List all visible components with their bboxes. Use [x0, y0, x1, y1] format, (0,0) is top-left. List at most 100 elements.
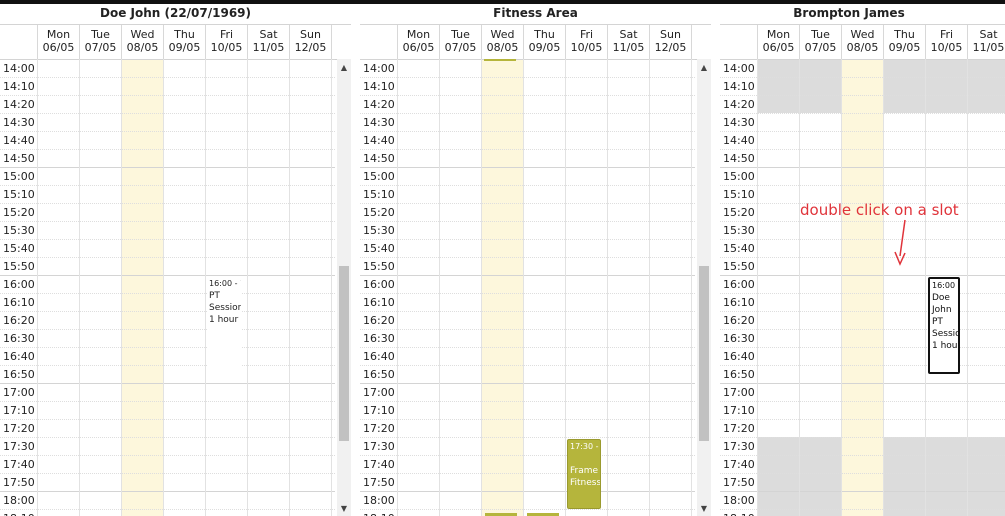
vertical-scrollbar[interactable]: ▲ ▼: [697, 59, 711, 516]
calendar-event[interactable]: 16:00 - Doe John PT Session 1 hour: [928, 277, 960, 374]
slot-line: [720, 347, 1005, 348]
time-label: 16:40: [363, 350, 395, 363]
time-label: 17:30: [723, 440, 755, 453]
day-header-fri[interactable]: Fri 10/05: [205, 25, 247, 59]
time-label: 15:30: [363, 224, 395, 237]
column-line: [289, 59, 290, 516]
slot-line: [0, 95, 335, 96]
panel-title: Brompton James: [793, 6, 905, 20]
time-label: 15:30: [3, 224, 35, 237]
slot-line: [0, 275, 335, 276]
day-header-tue[interactable]: Tue 07/05: [79, 25, 121, 59]
slot-line: [0, 59, 335, 60]
slot-line: [0, 329, 335, 330]
day-header-fri[interactable]: Fri 10/05: [925, 25, 967, 59]
day-header-sat[interactable]: Sat 11/05: [967, 25, 1005, 59]
time-label: 14:30: [723, 116, 755, 129]
time-label: 15:20: [363, 206, 395, 219]
day-date: 10/05: [210, 41, 243, 54]
calendar-event[interactable]: 16:00 - 1 PT Session 1 hour: [207, 277, 241, 383]
day-header-tue[interactable]: Tue 07/05: [439, 25, 481, 59]
scroll-up-arrow-icon[interactable]: ▲: [697, 61, 711, 75]
column-line: [841, 59, 842, 516]
day-header-sun[interactable]: Sun 12/05: [649, 25, 691, 59]
day-header-wed[interactable]: Wed 08/05: [481, 25, 523, 59]
time-label: 17:50: [723, 476, 755, 489]
calendar-panel-brompton-james: Brompton James Mon 06/05 Tue 07/05 Wed 08/05 Th…: [720, 4, 1005, 516]
column-line: [691, 59, 692, 516]
slot-line: [360, 365, 695, 366]
day-header-sun[interactable]: Sun 12/05: [289, 25, 331, 59]
slot-line: [0, 419, 335, 420]
day-header-thu[interactable]: Thu 09/05: [523, 25, 565, 59]
time-label: 16:50: [363, 368, 395, 381]
slot-line: [360, 437, 695, 438]
day-name: Wed: [490, 28, 515, 41]
day-header-sat[interactable]: Sat 11/05: [247, 25, 289, 59]
day-name: Sat: [619, 28, 638, 41]
day-header-thu[interactable]: Thu 09/05: [163, 25, 205, 59]
day-date: 06/05: [42, 41, 75, 54]
column-line: [523, 59, 524, 516]
day-header-mon[interactable]: Mon 06/05: [37, 25, 79, 59]
day-header-mon[interactable]: Mon 06/05: [757, 25, 799, 59]
slot-line: [360, 275, 695, 276]
scrollbar-thumb[interactable]: [339, 266, 349, 441]
time-label: 16:30: [363, 332, 395, 345]
header-spacer: [691, 25, 711, 59]
day-date: 10/05: [930, 41, 963, 54]
time-label: 14:20: [723, 98, 755, 111]
time-grid[interactable]: 14:00 14:10 14:20 14:30 14:40 14:50 15:00 15:10…: [720, 59, 1005, 516]
slot-line: [720, 491, 1005, 492]
slot-line: [0, 437, 335, 438]
scroll-down-arrow-icon[interactable]: ▼: [697, 502, 711, 516]
today-column-highlight: [481, 59, 523, 516]
day-name: Thu: [894, 28, 915, 41]
slot-line: [360, 473, 695, 474]
time-label: 17:50: [363, 476, 395, 489]
slot-line: [360, 95, 695, 96]
unavailable-block: [757, 59, 799, 113]
slot-line: [720, 293, 1005, 294]
time-label: 16:20: [3, 314, 35, 327]
day-name: Wed: [850, 28, 875, 41]
scrollbar-thumb[interactable]: [699, 266, 709, 441]
day-date: 08/05: [486, 41, 519, 54]
day-header-wed[interactable]: Wed 08/05: [121, 25, 163, 59]
day-header-fri[interactable]: Fri 10/05: [565, 25, 607, 59]
event-text-line: 16:00 -: [932, 281, 960, 290]
panel-title: Doe John (22/07/1969): [99, 6, 252, 20]
slot-line: [0, 113, 335, 114]
time-label: 17:10: [723, 404, 755, 417]
time-grid[interactable]: 14:00 14:10 14:20 14:30 14:40 14:50 15:00 15:10…: [0, 59, 335, 516]
unavailable-block: [799, 437, 841, 516]
vertical-scrollbar[interactable]: ▲ ▼: [337, 59, 351, 516]
time-label: 17:00: [363, 386, 395, 399]
day-name: Thu: [534, 28, 555, 41]
event-edge-mark: [484, 59, 516, 61]
time-grid[interactable]: 14:00 14:10 14:20 14:30 14:40 14:50 15:00 15:10…: [360, 59, 695, 516]
time-label: 14:20: [3, 98, 35, 111]
time-label: 17:40: [363, 458, 395, 471]
day-name: Sat: [259, 28, 278, 41]
time-label: 16:00: [363, 278, 395, 291]
scroll-down-arrow-icon[interactable]: ▼: [337, 502, 351, 516]
time-label: 18:10: [0, 510, 39, 516]
day-date: 07/05: [444, 41, 477, 54]
day-header-tue[interactable]: Tue 07/05: [799, 25, 841, 59]
day-header-mon[interactable]: Mon 06/05: [397, 25, 439, 59]
slot-line: [360, 329, 695, 330]
time-label: 15:00: [363, 170, 395, 183]
unavailable-block: [883, 59, 925, 113]
day-header-thu[interactable]: Thu 09/05: [883, 25, 925, 59]
day-date: 09/05: [168, 41, 201, 54]
calendar-event[interactable]: 17:30 - 1 Frame Fitness: [567, 439, 601, 509]
day-date: 06/05: [762, 41, 795, 54]
column-line: [121, 59, 122, 516]
scroll-up-arrow-icon[interactable]: ▲: [337, 61, 351, 75]
day-date: 11/05: [252, 41, 285, 54]
day-header-sat[interactable]: Sat 11/05: [607, 25, 649, 59]
column-line: [439, 59, 440, 516]
day-name: Sun: [660, 28, 681, 41]
day-header-wed[interactable]: Wed 08/05: [841, 25, 883, 59]
